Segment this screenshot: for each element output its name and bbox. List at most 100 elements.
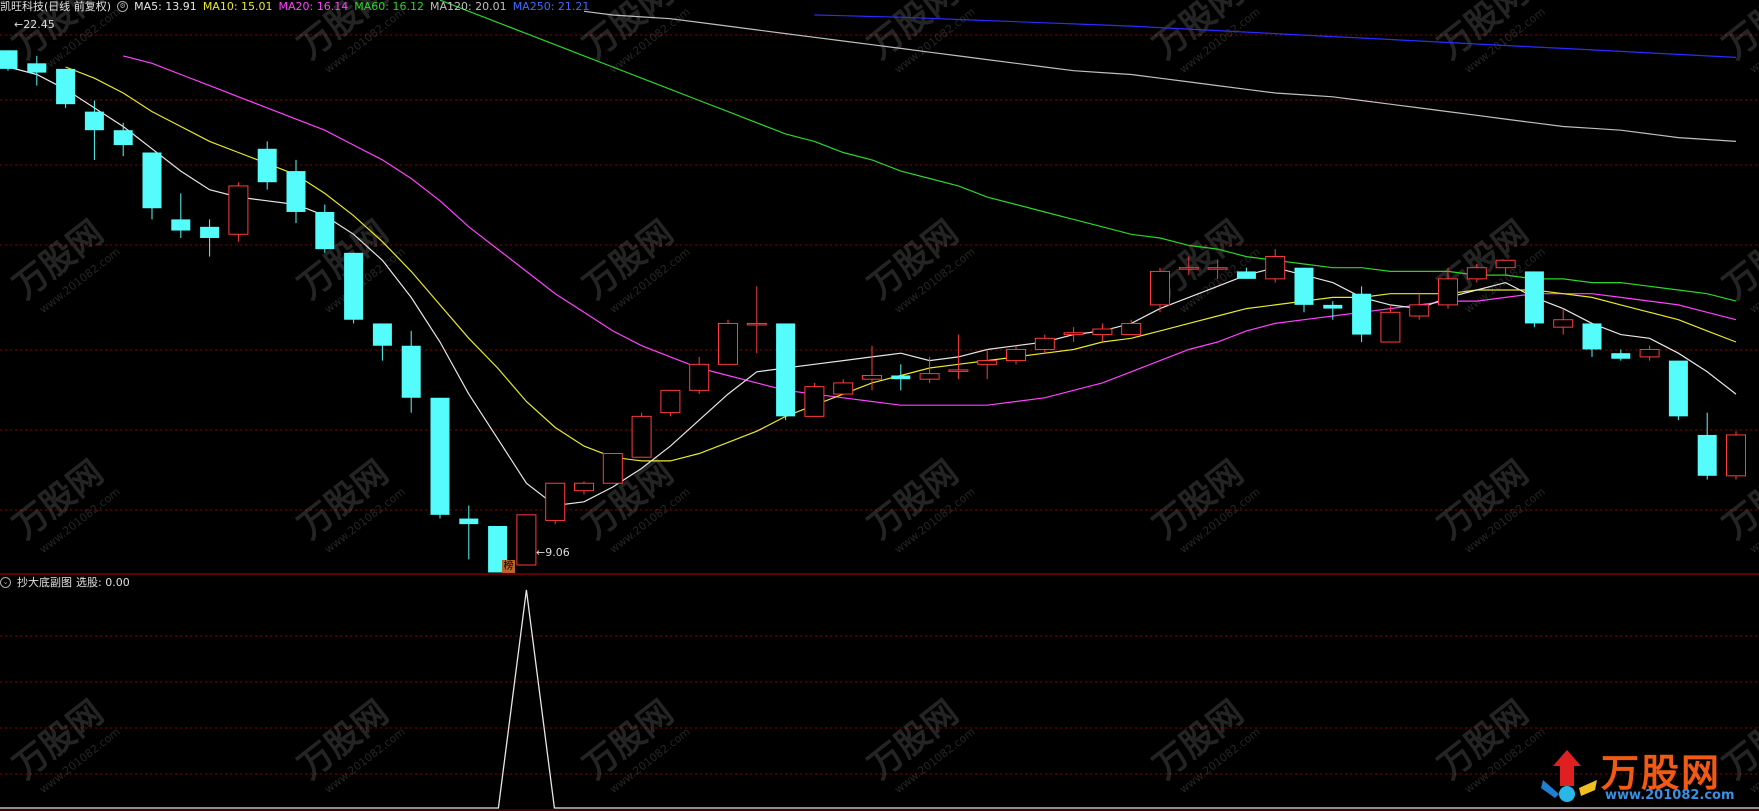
candle-body-up (631, 415, 652, 458)
watermark-tile: 万股网www.201082.com (1716, 0, 1759, 76)
candle-body-down (171, 219, 191, 231)
candle-body-down (459, 518, 479, 525)
watermark-tile: 万股网www.201082.com (1146, 0, 1263, 76)
logo-arrow-icon (1541, 750, 1597, 802)
candle-body-up (1178, 267, 1199, 270)
candle-body-down (27, 63, 47, 73)
candle-body-down (401, 345, 421, 398)
candle-body-down (0, 50, 18, 69)
candle-body-up (1409, 304, 1430, 317)
site-logo: 万股网 www.201082.com (1535, 742, 1755, 808)
ma20-label: MA20: 16.14 (278, 0, 349, 13)
candle-body-up (718, 322, 738, 365)
settings-icon[interactable]: ⚙ (117, 0, 129, 12)
watermark-tile: 万股网www.201082.com (861, 453, 978, 556)
candle-body-down (1697, 434, 1717, 476)
indicator-menu-icon[interactable]: ⌄ (0, 576, 11, 588)
candle-body-down (1611, 353, 1631, 359)
candle-body-up (833, 382, 854, 395)
pick-label: 选股: 0.00 (76, 576, 130, 589)
candle-body-down (776, 323, 796, 417)
candle-body-up (1639, 348, 1660, 358)
candle-body-up (516, 514, 537, 566)
stock-title: 凯旺科技(日线 前复权) (0, 0, 112, 13)
watermark-tile: 万股网www.201082.com (6, 453, 123, 556)
candle-body-up (1150, 270, 1170, 306)
watermark-tile: 万股网www.201082.com (291, 453, 408, 556)
main-chart-header: 凯旺科技(日线 前复权) ⚙ MA5: 13.91 MA10: 15.01 MA20: … (0, 0, 595, 14)
candle-body-up (1466, 267, 1487, 280)
watermark-tile: 万股网www.201082.com (291, 693, 408, 796)
candle-body-up (1726, 434, 1746, 477)
candle-body-up (862, 374, 882, 380)
candle-body-up (1380, 311, 1401, 343)
candle-body-down (1524, 271, 1544, 324)
candle-body-up (1553, 319, 1574, 328)
watermark-tile: 万股网www.201082.com (576, 213, 693, 316)
sub-chart-header: ⌄ 抄大底副图 选股: 0.00 (0, 576, 136, 590)
ma10-label: MA10: 15.01 (202, 0, 273, 13)
high-price-label: ←22.45 (14, 18, 55, 31)
candle-body-down (372, 323, 392, 346)
watermark-tile: 万股网www.201082.com (576, 693, 693, 796)
candle-body-up (919, 373, 940, 380)
watermark-text: 万股网 (1716, 213, 1759, 307)
candle-body-down (344, 252, 364, 320)
watermark-tile: 万股网www.201082.com (1431, 0, 1548, 76)
candle-body-up (746, 322, 767, 326)
watermark-tile: 万股网www.201082.com (861, 213, 978, 316)
candle-body-down (1352, 293, 1372, 335)
candle-body-up (1495, 259, 1516, 269)
candle-body-up (1121, 322, 1142, 336)
chart-canvas: 万股网www.201082.com万股网www.201082.com万股网www… (0, 0, 1759, 811)
watermark-tile: 万股网www.201082.com (1146, 453, 1263, 556)
chart-window: { "main_header": { "stock_title": "凯旺科技(… (0, 0, 1759, 811)
candle-body-up (948, 369, 969, 372)
ranking-badge[interactable]: 榜 (502, 560, 515, 573)
candle-body-down (891, 375, 911, 380)
candle-body-up (1006, 348, 1026, 362)
candle-body-up (977, 360, 998, 365)
candle-body-down (1582, 323, 1602, 350)
indicator-name: 抄大底副图 (17, 576, 72, 589)
candle-body-down (1294, 267, 1314, 305)
candle-body-up (574, 482, 594, 492)
candle-body-down (1668, 360, 1688, 417)
candle-body-down (142, 152, 162, 209)
candle-body-up (602, 453, 623, 484)
logo-url: www.201082.com (1605, 788, 1735, 803)
candle-body-down (200, 226, 220, 238)
candle-body-down (84, 111, 104, 131)
candle-body-up (689, 363, 710, 391)
candle-body-down (113, 130, 133, 146)
ma120-label: MA120: 20.01 (429, 0, 507, 13)
ma250-label: MA250: 21.21 (512, 0, 590, 13)
watermark-tile: 万股网www.201082.com (1716, 213, 1759, 316)
candle-body-up (1207, 267, 1228, 270)
watermark-tile: 万股网www.201082.com (861, 693, 978, 796)
candle-body-up (545, 482, 566, 521)
low-price-label: ←9.06 (536, 546, 570, 559)
candle-body-up (1438, 278, 1458, 306)
candle-body-up (1034, 337, 1055, 350)
candle-body-up (804, 386, 825, 417)
watermark-tile: 万股网www.201082.com (576, 453, 693, 556)
candle-body-down (430, 397, 450, 515)
candle-body-down (56, 68, 76, 105)
ma60-label: MA60: 16.12 (354, 0, 424, 13)
candle-body-down (315, 211, 335, 250)
candle-body-down (1236, 271, 1256, 279)
watermark-tile: 万股网www.201082.com (1431, 453, 1548, 556)
candle-body-up (1092, 328, 1113, 336)
candle-body-up (1063, 332, 1084, 336)
watermark-tile: 万股网www.201082.com (6, 213, 123, 316)
candle-body-up (660, 389, 681, 414)
candle-body-up (228, 185, 249, 235)
watermark-tile: 万股网www.201082.com (861, 0, 978, 76)
watermark-tile: 万股网www.201082.com (1431, 693, 1548, 796)
watermark-tile: 万股网www.201082.com (6, 693, 123, 796)
candle-body-up (1265, 256, 1286, 280)
candle-body-down (286, 171, 306, 212)
candle-body-down (257, 148, 277, 183)
candle-body-down (1323, 304, 1343, 309)
